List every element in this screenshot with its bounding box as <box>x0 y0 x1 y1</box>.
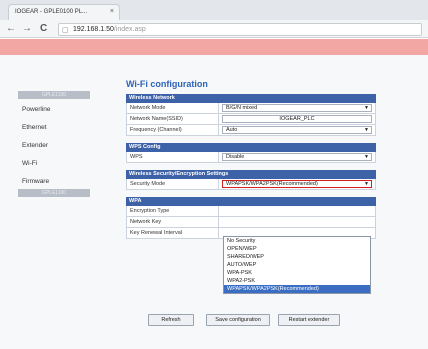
dropdown-option[interactable]: WPA2-PSK <box>224 277 370 285</box>
button-bar: Refresh Save configuration Restart exten… <box>148 314 388 326</box>
dropdown-option[interactable]: WPA-PSK <box>224 269 370 277</box>
section-header: WPA <box>126 197 376 206</box>
sidebar: GPLE1100 Powerline Ethernet Extender Wi-… <box>18 91 90 202</box>
dropdown-option[interactable]: AUTO/WEP <box>224 261 370 269</box>
dropdown-option-selected[interactable]: WPAPSK/WPA2PSK(Recommended) <box>224 285 370 293</box>
browser-window: IOGEAR - GPLE0100 PL... × ← → C ▢ 192.16… <box>0 0 428 349</box>
sidebar-device-badge: GPLE1100 <box>18 91 90 99</box>
wps-value: Disable <box>226 154 245 160</box>
row-label: Frequency (Channel) <box>127 125 219 135</box>
network-key-value[interactable] <box>219 217 375 227</box>
network-mode-value: B/G/N mixed <box>226 105 258 111</box>
channel-value: Auto <box>226 127 238 133</box>
browser-tab[interactable]: IOGEAR - GPLE0100 PL... × <box>8 4 120 20</box>
ssid-input[interactable]: IOGEAR_PLC <box>222 115 372 123</box>
section-header: Wireless Security/Encryption Settings <box>126 170 376 179</box>
chevron-down-icon: ▼ <box>364 181 369 187</box>
section-header: WPS Config <box>126 143 376 152</box>
reload-icon[interactable]: C <box>40 22 47 36</box>
row-label: WPS <box>127 152 219 162</box>
page-title: Wi-Fi configuration <box>126 79 208 89</box>
wps-section: WPS Config WPS Disable ▼ <box>126 143 376 163</box>
network-mode-select[interactable]: B/G/N mixed ▼ <box>222 104 372 112</box>
sidebar-item-wifi[interactable]: Wi-Fi <box>18 158 90 169</box>
wpa-section: WPA Encryption Type Network Key Key Rene… <box>126 197 376 239</box>
table-row: Network Mode B/G/N mixed ▼ <box>126 103 376 114</box>
save-configuration-button[interactable]: Save configuration <box>206 314 270 326</box>
table-row: Security Mode WPAPSK/WPA2PSK(Recommended… <box>126 179 376 190</box>
url-host: 192.168.1.50 <box>73 26 114 33</box>
tab-strip: IOGEAR - GPLE0100 PL... × <box>0 0 428 20</box>
table-row: Encryption Type <box>126 206 376 217</box>
sidebar-device-badge-bottom: GPLE1100 <box>18 189 90 197</box>
chevron-down-icon: ▼ <box>364 105 369 111</box>
sidebar-item-powerline[interactable]: Powerline <box>18 104 90 115</box>
table-row: Frequency (Channel) Auto ▼ <box>126 125 376 136</box>
url-input[interactable]: ▢ 192.168.1.50/index.asp <box>58 23 422 36</box>
header-band <box>0 39 428 55</box>
security-section: Wireless Security/Encryption Settings Se… <box>126 170 376 190</box>
encryption-type-value[interactable] <box>219 206 375 216</box>
main-content: Wi-Fi configuration Wireless Network Net… <box>126 79 376 246</box>
table-row: Network Key <box>126 217 376 228</box>
chevron-down-icon: ▼ <box>364 127 369 133</box>
security-mode-dropdown: No Security OPEN/WEP SHARED/WEP AUTO/WEP… <box>223 236 371 294</box>
sidebar-item-firmware[interactable]: Firmware <box>18 176 90 187</box>
address-bar: ← → C ▢ 192.168.1.50/index.asp <box>0 20 428 38</box>
dropdown-option[interactable]: SHARED/WEP <box>224 253 370 261</box>
row-label: Key Renewal Interval <box>127 228 219 238</box>
router-page: GPLE1100 Powerline Ethernet Extender Wi-… <box>0 55 428 349</box>
chevron-down-icon: ▼ <box>364 154 369 160</box>
wps-select[interactable]: Disable ▼ <box>222 153 372 161</box>
restart-extender-button[interactable]: Restart extender <box>278 314 340 326</box>
tab-close-icon[interactable]: × <box>110 5 114 19</box>
row-label: Encryption Type <box>127 206 219 216</box>
section-header: Wireless Network <box>126 94 376 103</box>
row-label: Network Mode <box>127 103 219 113</box>
table-row: Network Name(SSID) IOGEAR_PLC <box>126 114 376 125</box>
security-mode-select[interactable]: WPAPSK/WPA2PSK(Recommended) ▼ <box>222 180 372 188</box>
sidebar-item-ethernet[interactable]: Ethernet <box>18 122 90 133</box>
dropdown-option[interactable]: No Security <box>224 237 370 245</box>
page-icon: ▢ <box>62 27 69 34</box>
row-label: Network Key <box>127 217 219 227</box>
security-mode-value: WPAPSK/WPA2PSK(Recommended) <box>226 181 318 187</box>
forward-arrow-icon[interactable]: → <box>22 22 32 36</box>
dropdown-option[interactable]: OPEN/WEP <box>224 245 370 253</box>
url-path: /index.asp <box>113 26 146 33</box>
back-arrow-icon[interactable]: ← <box>6 22 16 36</box>
tab-title: IOGEAR - GPLE0100 PL... <box>15 9 88 15</box>
wireless-network-section: Wireless Network Network Mode B/G/N mixe… <box>126 94 376 136</box>
channel-select[interactable]: Auto ▼ <box>222 126 372 134</box>
refresh-button[interactable]: Refresh <box>148 314 194 326</box>
table-row: WPS Disable ▼ <box>126 152 376 163</box>
row-label: Security Mode <box>127 179 219 189</box>
row-label: Network Name(SSID) <box>127 114 219 124</box>
sidebar-item-extender[interactable]: Extender <box>18 140 90 151</box>
